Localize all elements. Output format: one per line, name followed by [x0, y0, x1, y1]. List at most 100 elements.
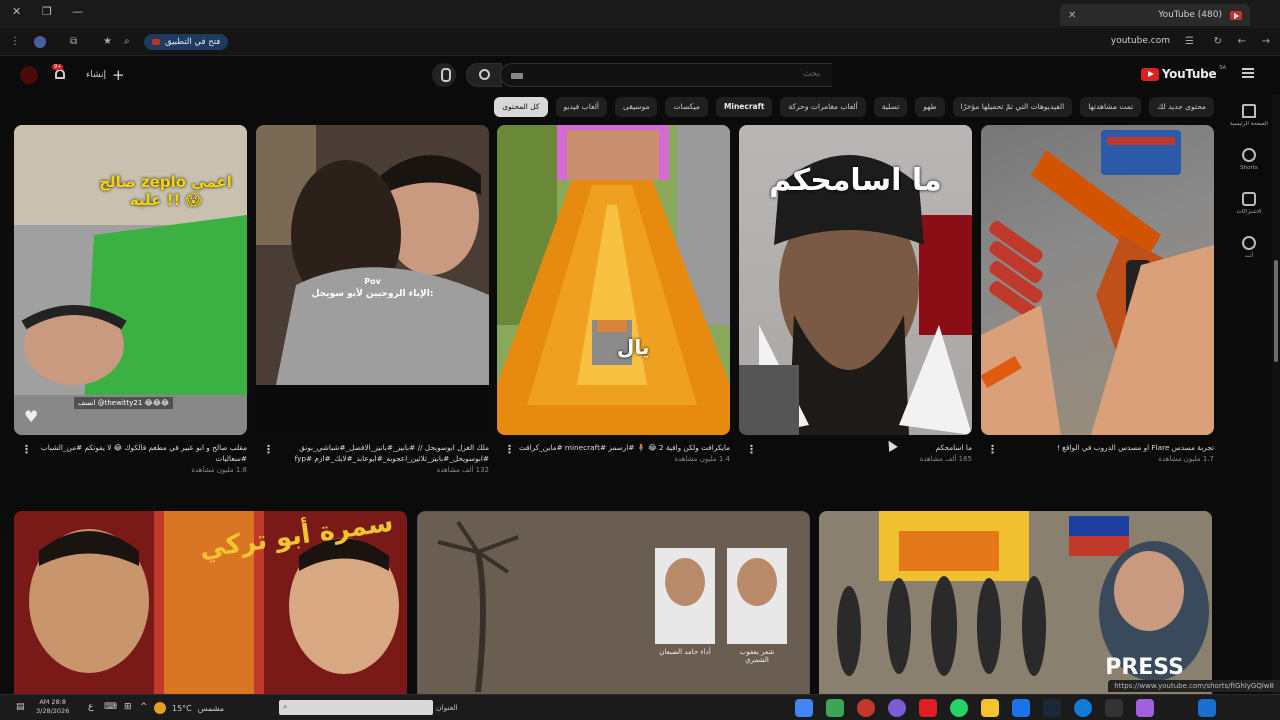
more-options-icon[interactable]: ⋮ — [21, 443, 32, 456]
short-meta: مقلب صالح و ابو عبير في مطعم فالكوك 😂 لا… — [14, 442, 247, 474]
sidebar-item-subscriptions[interactable]: الاشتراكات — [1226, 192, 1272, 215]
reload-icon[interactable]: ↻ — [1214, 36, 1222, 47]
scrollbar-thumb[interactable] — [1274, 260, 1278, 362]
short-thumbnail[interactable]: Pov الإباء الروحيين لأبو سويحل: — [256, 125, 489, 435]
browser-tab[interactable]: (480) YouTube ✕ — [1060, 4, 1250, 26]
mini-guide: الصفحة الرئيسية Shorts الاشتراكات أنت — [1218, 94, 1280, 694]
notifications-icon[interactable]: 9+ — [52, 64, 68, 82]
short-thumbnail[interactable]: يال — [497, 125, 730, 435]
youtube-play-icon — [1140, 67, 1159, 81]
short-title[interactable]: مقلب صالح و ابو عبير في مطعم فالكوك 😂 لا… — [14, 442, 247, 464]
maximize-window-icon[interactable]: ❐ — [42, 5, 52, 18]
language-indicator-icon[interactable]: ع — [88, 702, 93, 712]
youtube-logo[interactable]: YouTube SA — [1140, 65, 1226, 81]
bell-shape — [55, 69, 65, 79]
chip-recently-uploaded[interactable]: الفيديوهات التي تمّ تحميلها مؤخرًا — [952, 97, 1073, 117]
network-icon[interactable]: ⊞ — [124, 702, 132, 712]
url-field[interactable]: youtube.com — [1111, 36, 1170, 46]
search-icon: ⌕ — [283, 702, 288, 711]
short-views: 165 ألف مشاهدة — [919, 455, 972, 463]
profile-icon[interactable] — [34, 36, 46, 48]
short-thumbnail[interactable]: ما اسامحكم — [739, 125, 972, 435]
short-thumbnail[interactable]: صالح zeplo اغمي عليه !! 😱 انسف @thewitty… — [14, 125, 247, 435]
app-purple-icon[interactable] — [888, 699, 906, 717]
chip-gaming[interactable]: ألعاب فيديو — [555, 97, 607, 117]
taskbar: ▤ AM 28:8 3/28/2026 ع ⌨ ⊞ ^ 15°C مشمس ⌕ … — [0, 694, 1280, 720]
create-button[interactable]: إنشاء + — [86, 66, 125, 84]
sidebar-item-shorts[interactable]: Shorts — [1226, 148, 1272, 171]
clock-time: AM 28:8 — [39, 698, 67, 706]
video-thumbnail[interactable]: PRESS — [819, 511, 1212, 695]
voice-search-icon[interactable] — [432, 63, 456, 87]
chip-new-to-you[interactable]: محتوى جديد لك — [1149, 97, 1214, 117]
epic-games-icon[interactable] — [1105, 699, 1123, 717]
weather-widget[interactable]: 15°C مشمس — [154, 702, 224, 714]
short-meta: مايكرافت ولكن وافية 2 😂 🧍 #ارسمز #minecr… — [497, 442, 730, 463]
menu-dots-icon[interactable]: ⋮ — [10, 36, 20, 47]
edge-icon[interactable] — [1074, 699, 1092, 717]
search-input[interactable]: بحث — [500, 63, 832, 87]
search-icon[interactable] — [1167, 699, 1185, 717]
sidebar-item-label: Shorts — [1240, 165, 1258, 171]
clock[interactable]: AM 28:8 3/28/2026 — [36, 698, 69, 716]
taskbar-search-input[interactable]: ⌕ — [279, 700, 433, 715]
chip-all[interactable]: كل المحتوى — [494, 97, 548, 117]
app-red-icon[interactable] — [857, 699, 875, 717]
app-green-icon[interactable] — [826, 699, 844, 717]
shorts-icon — [1242, 148, 1256, 162]
notification-center-icon[interactable]: ▤ — [16, 702, 25, 712]
chip-minecraft[interactable]: Minecraft — [715, 97, 773, 117]
scrollbar[interactable] — [1272, 94, 1280, 694]
short-title[interactable]: مايكرافت ولكن وافية 2 😂 🧍 #ارسمز #minecr… — [497, 442, 730, 453]
short-overlay-text: يال — [617, 335, 650, 359]
minimize-window-icon[interactable]: — — [72, 5, 83, 18]
bookmark-star-icon[interactable]: ★ — [103, 36, 112, 47]
short-thumbnail[interactable] — [981, 125, 1214, 435]
chip-entertainment[interactable]: تسلية — [873, 97, 908, 117]
screen: ✕ ❐ — + (480) YouTube ✕ ⋮ ⧉ ★ ⌕ فتح في ا… — [0, 0, 1280, 720]
youtube-header: 9+ إنشاء + بحث YouTube SA — [0, 56, 1280, 94]
chip-music[interactable]: موسيقى — [614, 97, 658, 117]
search-button[interactable] — [466, 63, 502, 87]
more-options-icon[interactable]: ⋮ — [263, 443, 274, 456]
short-title[interactable]: ملك الغزل ابوسويحل // #بانيز_#بانيز_الاف… — [256, 442, 489, 464]
chrome-icon[interactable] — [795, 699, 813, 717]
close-tab-icon[interactable]: ✕ — [1068, 10, 1076, 21]
close-window-icon[interactable]: ✕ — [12, 5, 21, 18]
sidebar-item-label: الاشتراكات — [1236, 209, 1262, 215]
app-blue-icon[interactable] — [1012, 699, 1030, 717]
chip-action-adventure[interactable]: ألعاب مغامرات وحركة — [780, 97, 866, 117]
open-in-app-button[interactable]: فتح في التطبيق — [144, 34, 229, 50]
forward-icon[interactable]: → — [1262, 36, 1270, 47]
guide-menu-icon[interactable] — [1242, 68, 1254, 78]
chip-cooking[interactable]: طهو — [915, 97, 945, 117]
video-thumbnail[interactable]: سمرة أبو تركي — [14, 511, 407, 695]
sidebar-item-home[interactable]: الصفحة الرئيسية — [1226, 104, 1272, 127]
zoom-icon[interactable]: ⌕ — [124, 36, 130, 47]
extensions-icon[interactable]: ⧉ — [70, 36, 77, 47]
start-icon[interactable] — [1198, 699, 1216, 717]
chip-mixes[interactable]: ميكسات — [665, 97, 708, 117]
steam-icon[interactable] — [1043, 699, 1061, 717]
site-settings-icon[interactable]: ☰ — [1185, 36, 1194, 47]
keyboard-icon[interactable]: ⌨ — [104, 702, 117, 712]
tab-title: (480) YouTube — [1158, 10, 1222, 20]
plus-icon: + — [112, 66, 125, 84]
video-thumbnail[interactable]: أداء حامد الضبعان شعر يعقوب الشمري — [417, 511, 810, 695]
keyboard-icon[interactable] — [511, 73, 523, 79]
short-title[interactable]: تجربة مسدس Flare او مسدس الدروب في الواق… — [981, 442, 1214, 453]
copilot-icon[interactable] — [1136, 699, 1154, 717]
tray-overflow-icon[interactable]: ^ — [140, 702, 148, 712]
avatar[interactable] — [20, 66, 38, 84]
back-icon[interactable]: ← — [1238, 36, 1246, 47]
whatsapp-icon[interactable] — [950, 699, 968, 717]
more-options-icon[interactable]: ⋮ — [504, 443, 515, 456]
short-title[interactable]: ما اسامحكم — [739, 442, 972, 453]
chip-watched[interactable]: تمت مشاهدتها — [1080, 97, 1142, 117]
more-options-icon[interactable]: ⋮ — [987, 443, 998, 456]
youtube-app-icon[interactable] — [919, 699, 937, 717]
file-explorer-icon[interactable] — [981, 699, 999, 717]
sidebar-item-you[interactable]: أنت — [1226, 236, 1272, 259]
open-in-app-label: فتح في التطبيق — [165, 37, 221, 47]
more-options-icon[interactable]: ⋮ — [746, 443, 757, 456]
